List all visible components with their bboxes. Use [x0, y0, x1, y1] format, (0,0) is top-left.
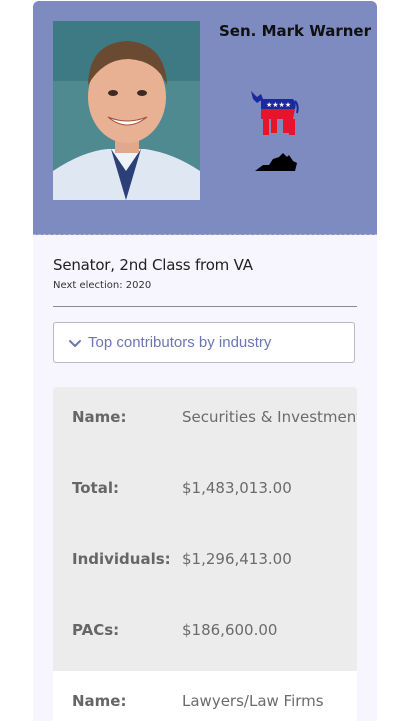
- contributor-entry: Name: Securities & Investment Total: $1,…: [53, 387, 357, 671]
- senator-card: Sen. Mark Warner ★★★★ Senator, 2nd Class…: [33, 1, 377, 721]
- virginia-state-icon: [255, 151, 299, 175]
- contributor-individuals-row: Individuals: $1,296,413.00: [53, 529, 357, 600]
- top-contributors-accordion[interactable]: Top contributors by industry: [53, 322, 355, 363]
- individuals-label: Individuals:: [72, 550, 171, 568]
- senator-role: Senator, 2nd Class from VA: [53, 256, 253, 274]
- senator-name: Sen. Mark Warner: [219, 22, 371, 40]
- divider: [53, 306, 357, 307]
- contributor-pacs-row: PACs: $186,600.00: [53, 600, 357, 671]
- svg-text:★★★★: ★★★★: [266, 101, 291, 109]
- democrat-donkey-icon: ★★★★: [247, 89, 299, 139]
- contributor-entry: Name: Lawyers/Law Firms: [53, 671, 357, 721]
- senator-photo: [53, 21, 200, 200]
- contributor-name-row: Name: Securities & Investment: [53, 387, 357, 458]
- contributor-name-row: Name: Lawyers/Law Firms: [53, 671, 357, 721]
- name-label: Name:: [72, 408, 127, 426]
- individuals-value: $1,296,413.00: [182, 550, 292, 568]
- name-value: Securities & Investment: [182, 408, 357, 426]
- chevron-down-icon: [68, 336, 82, 350]
- pacs-value: $186,600.00: [182, 621, 278, 639]
- contributors-table: Name: Securities & Investment Total: $1,…: [53, 387, 357, 721]
- total-label: Total:: [72, 479, 119, 497]
- accordion-label: Top contributors by industry: [88, 334, 272, 351]
- next-election: Next election: 2020: [53, 280, 152, 291]
- card-header: Sen. Mark Warner ★★★★: [33, 1, 377, 235]
- name-value: Lawyers/Law Firms: [182, 692, 324, 710]
- pacs-label: PACs:: [72, 621, 120, 639]
- name-label: Name:: [72, 692, 127, 710]
- total-value: $1,483,013.00: [182, 479, 292, 497]
- contributor-total-row: Total: $1,483,013.00: [53, 458, 357, 529]
